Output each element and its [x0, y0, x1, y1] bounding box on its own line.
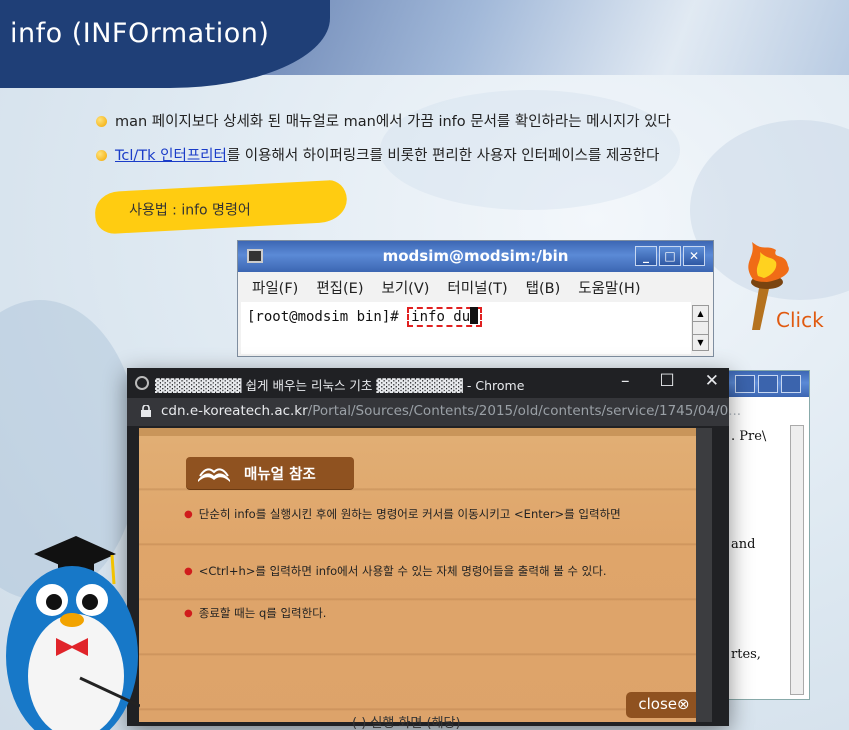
list-item-text: 종료할 때는 q를 입력한다. — [198, 606, 327, 620]
tcl-tk-link[interactable]: Tcl/Tk 인터프리터 — [115, 148, 227, 164]
bullet-dot-icon: ● — [184, 566, 193, 577]
bullet-text: man 페이지보다 상세화 된 매뉴얼로 man에서 가끔 info 문서를 확… — [115, 114, 671, 130]
scroll-up-icon[interactable]: ▲ — [693, 306, 708, 322]
minimize-icon[interactable]: _ — [635, 246, 657, 266]
menu-edit[interactable]: 편집(E) — [316, 277, 363, 298]
background-terminal-text-3: rtes, — [731, 647, 761, 662]
chrome-popup-window: ▓▓▓▓▓▓▓▓▓ 쉽게 배우는 리눅스 기초 ▓▓▓▓▓▓▓▓▓ - Chro… — [127, 368, 741, 726]
chrome-icon — [135, 376, 149, 390]
url-host: cdn.e-koreatech.ac.kr — [161, 403, 308, 419]
bullet-dot-icon: ● — [184, 608, 193, 619]
header: info (INFOrmation) — [0, 0, 849, 95]
scroll-down-icon[interactable]: ▼ — [693, 334, 708, 350]
terminal-scrollbar[interactable]: ▲ ▼ — [692, 305, 709, 351]
menu-tabs[interactable]: 탭(B) — [526, 277, 561, 298]
terminal-command-highlight: info du — [407, 307, 483, 327]
menu-help[interactable]: 도움말(H) — [578, 277, 640, 298]
click-label[interactable]: Click — [776, 308, 824, 332]
close-icon — [781, 375, 801, 393]
bullet-text: 를 이용해서 하이퍼링크를 비롯한 편리한 사용자 인터페이스를 제공한다 — [226, 148, 660, 164]
list-item: ● 종료할 때는 q를 입력한다. — [184, 605, 326, 621]
bullet-icon — [96, 150, 107, 161]
terminal-menubar: 파일(F) 편집(E) 보기(V) 터미널(T) 탭(B) 도움말(H) — [238, 272, 713, 302]
terminal-titlebar: modsim@modsim:/bin _ □ ✕ — [238, 241, 713, 272]
text-cursor — [470, 307, 479, 324]
usage-tag-label: 사용법 : info 명령어 — [129, 202, 251, 219]
popup-url[interactable]: cdn.e-koreatech.ac.kr/Portal/Sources/Con… — [161, 403, 741, 419]
menu-view[interactable]: 보기(V) — [382, 277, 430, 298]
list-item: ● 단순히 info를 실행시킨 후에 원하는 명령어로 커서를 이동시키고 <E… — [184, 506, 621, 522]
lock-icon — [141, 405, 151, 417]
bullet-item-2: Tcl/Tk 인터프리터를 이용해서 하이퍼링크를 비롯한 편리한 사용자 인터… — [96, 144, 659, 165]
maximize-icon — [758, 375, 778, 393]
list-item-text: <Ctrl+h>를 입력하면 info에서 사용할 수 있는 자체 명령어들을 … — [198, 564, 607, 578]
terminal-output[interactable]: [root@modsim bin]# info du — [241, 302, 691, 354]
page-title: info (INFOrmation) — [10, 18, 270, 49]
terminal-window: modsim@modsim:/bin _ □ ✕ 파일(F) 편집(E) 보기(… — [237, 240, 714, 357]
penguin-mascot-icon — [6, 536, 140, 730]
wood-board: 매뉴얼 참조 ● 단순히 info를 실행시킨 후에 원하는 명령어로 커서를 이… — [139, 436, 712, 722]
url-path: /Portal/Sources/Contents/2015/old/conten… — [307, 403, 742, 419]
menu-terminal[interactable]: 터미널(T) — [447, 277, 507, 298]
bullet-icon — [96, 116, 107, 127]
close-icon[interactable]: ✕ — [683, 246, 705, 266]
bullet-item-1: man 페이지보다 상세화 된 매뉴얼로 man에서 가끔 info 문서를 확… — [96, 110, 671, 131]
bullet-dot-icon: ● — [184, 509, 193, 520]
menu-file[interactable]: 파일(F) — [252, 277, 298, 298]
background-terminal-text-2: and — [731, 537, 756, 552]
background-terminal-scrollbar — [790, 425, 804, 695]
terminal-prompt: [root@modsim bin]# — [247, 309, 399, 325]
popup-window-title: ▓▓▓▓▓▓▓▓▓ 쉽게 배우는 리눅스 기초 ▓▓▓▓▓▓▓▓▓ - Chro… — [155, 378, 525, 393]
terminal-command: info du — [411, 309, 471, 325]
list-item: ● <Ctrl+h>를 입력하면 info에서 사용할 수 있는 자체 명령어들을… — [184, 563, 606, 579]
popup-content: 매뉴얼 참조 ● 단순히 info를 실행시킨 후에 원하는 명령어로 커서를 이… — [139, 428, 712, 722]
figure-caption: ( ) 실행 화면 (해당) — [352, 716, 461, 730]
popup-titlebar: ▓▓▓▓▓▓▓▓▓ 쉽게 배우는 리눅스 기초 ▓▓▓▓▓▓▓▓▓ - Chro… — [127, 368, 729, 398]
list-item-text: 단순히 info를 실행시킨 후에 원하는 명령어로 커서를 이동시키고 <En… — [198, 507, 621, 521]
manual-section-title: 매뉴얼 참조 — [244, 467, 316, 483]
background-terminal-text-1: . Pre\ — [731, 429, 767, 444]
popup-close-icon[interactable]: ✕ — [705, 371, 719, 391]
book-icon — [198, 468, 230, 482]
header-paint — [250, 0, 849, 75]
popup-minimize-icon[interactable]: – — [621, 371, 630, 391]
popup-scrollbar[interactable] — [696, 428, 712, 722]
manual-section-tag: 매뉴얼 참조 — [186, 457, 354, 489]
minimize-icon — [735, 375, 755, 393]
maximize-icon[interactable]: □ — [659, 246, 681, 266]
popup-maximize-icon[interactable]: ☐ — [660, 371, 675, 391]
popup-address-bar[interactable]: cdn.e-koreatech.ac.kr/Portal/Sources/Con… — [127, 398, 741, 426]
close-button[interactable]: close⊗ — [626, 692, 702, 718]
